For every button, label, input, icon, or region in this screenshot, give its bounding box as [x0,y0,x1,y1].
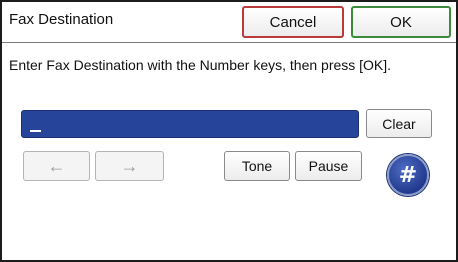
arrow-right-icon: → [120,155,139,176]
arrow-left-icon: ← [47,155,66,176]
pause-button[interactable]: Pause [295,151,362,181]
fax-number-field[interactable] [21,110,359,138]
hash-button[interactable]: # [387,154,429,196]
text-cursor [30,130,41,132]
instruction-text: Enter Fax Destination with the Number ke… [9,57,392,73]
hash-icon: # [398,162,418,188]
clear-button[interactable]: Clear [366,109,432,138]
fax-destination-screen: Fax Destination Cancel OK Enter Fax Dest… [0,0,458,262]
cancel-button[interactable]: Cancel [242,6,344,38]
cursor-right-button[interactable]: → [95,151,164,181]
tone-button[interactable]: Tone [224,151,290,181]
ok-button[interactable]: OK [351,6,451,38]
cursor-left-button[interactable]: ← [23,151,90,181]
title-bar: Fax Destination Cancel OK [2,2,456,43]
dialog-title: Fax Destination [9,11,114,28]
